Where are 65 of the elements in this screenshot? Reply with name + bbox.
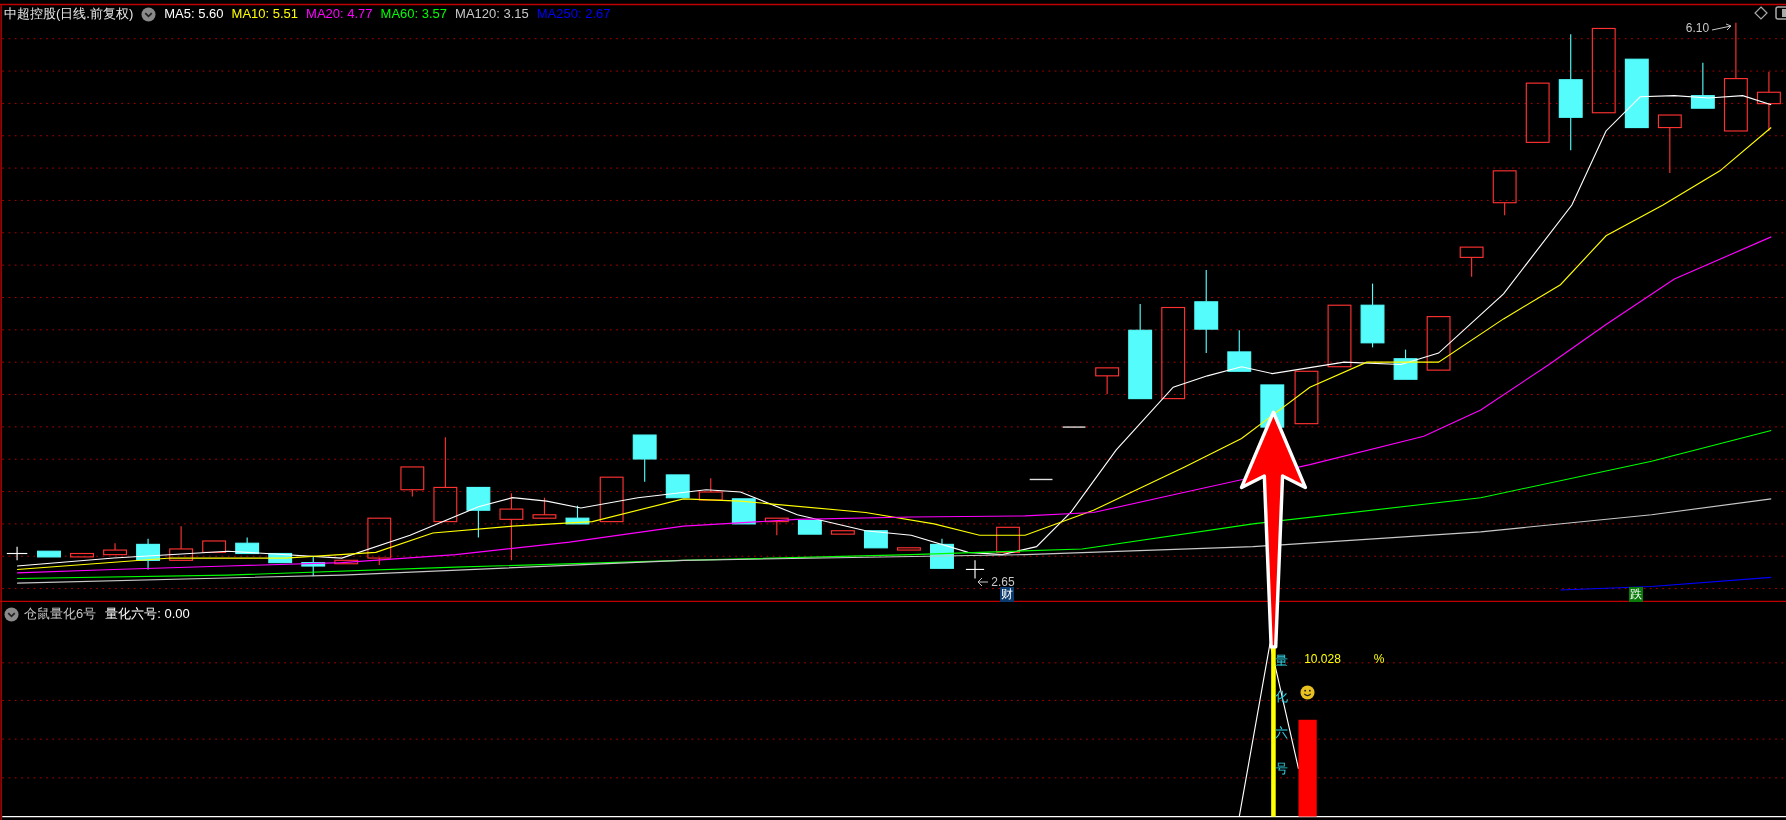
- signal-tag: 财: [1000, 586, 1015, 602]
- pointer-arrow-icon: [1711, 23, 1734, 34]
- indicator-value: 10.028: [1304, 651, 1341, 669]
- chevron-down-icon[interactable]: [141, 6, 157, 22]
- candle: [334, 559, 359, 565]
- candle: [400, 466, 425, 498]
- ma-legend-label: MA120: 3.15: [455, 5, 529, 23]
- candle: [169, 525, 194, 561]
- price-label: 2.65: [991, 573, 1015, 589]
- candle: [1029, 478, 1054, 481]
- candle: [532, 497, 557, 519]
- candle: [1360, 283, 1385, 348]
- crosshair-icon: [6, 546, 28, 561]
- ma-legend-label: MA250: 2.67: [536, 5, 611, 23]
- candle: [466, 486, 491, 539]
- candle: [301, 556, 326, 577]
- candle: [665, 474, 690, 499]
- candle: [764, 517, 789, 536]
- indicator-unit: %: [1373, 651, 1385, 669]
- smiley-icon: [1299, 684, 1315, 700]
- candle: [996, 526, 1020, 553]
- candle: [632, 434, 657, 483]
- candle: [1095, 367, 1120, 395]
- candle: [797, 519, 822, 535]
- candle: [698, 477, 723, 501]
- candle: [1525, 82, 1550, 143]
- candle: [1492, 170, 1517, 216]
- candle: [1426, 316, 1451, 371]
- candle: [1294, 370, 1319, 425]
- price-label: 6.10: [1685, 20, 1710, 38]
- candle: [70, 552, 94, 558]
- candle: [499, 492, 524, 561]
- candle: [1327, 304, 1352, 368]
- candle: [136, 538, 161, 570]
- candle: [367, 517, 392, 566]
- ma-legend-label: MA5: 5.60: [164, 5, 224, 23]
- panel-toggle-icon[interactable]: [1775, 6, 1786, 20]
- indicator-reading: 量化六号: 0.00: [105, 605, 190, 623]
- signal-tag: 跌: [1628, 586, 1643, 602]
- candle: [1459, 246, 1484, 278]
- diamond-icon[interactable]: [1754, 6, 1768, 20]
- candle: [830, 530, 855, 535]
- candle: [897, 547, 921, 551]
- ma-legend-label: MA20: 4.77: [306, 5, 373, 23]
- candle: [863, 530, 888, 549]
- candle: [1624, 58, 1649, 129]
- candle: [1227, 329, 1252, 372]
- pointer-arrow-icon: [977, 576, 990, 587]
- candle: [565, 505, 590, 525]
- chevron-down-icon[interactable]: [4, 606, 19, 622]
- candle: [235, 537, 260, 555]
- chart-title: 中超控股(日线.前复权): [4, 5, 134, 23]
- candle: [37, 550, 61, 558]
- ma-legend-label: MA60: 3.57: [380, 5, 448, 23]
- ma-legend-label: MA10: 5.51: [231, 5, 299, 23]
- candle: [1393, 349, 1418, 380]
- candle: [1756, 71, 1781, 132]
- candle: [103, 542, 127, 556]
- crosshair-icon: [965, 559, 985, 580]
- candle: [1657, 114, 1682, 174]
- candle: [202, 540, 227, 553]
- indicator-name: 仓鼠量化6号: [24, 605, 97, 623]
- candle: [599, 476, 624, 523]
- candle: [1690, 62, 1715, 109]
- candle: [268, 552, 293, 564]
